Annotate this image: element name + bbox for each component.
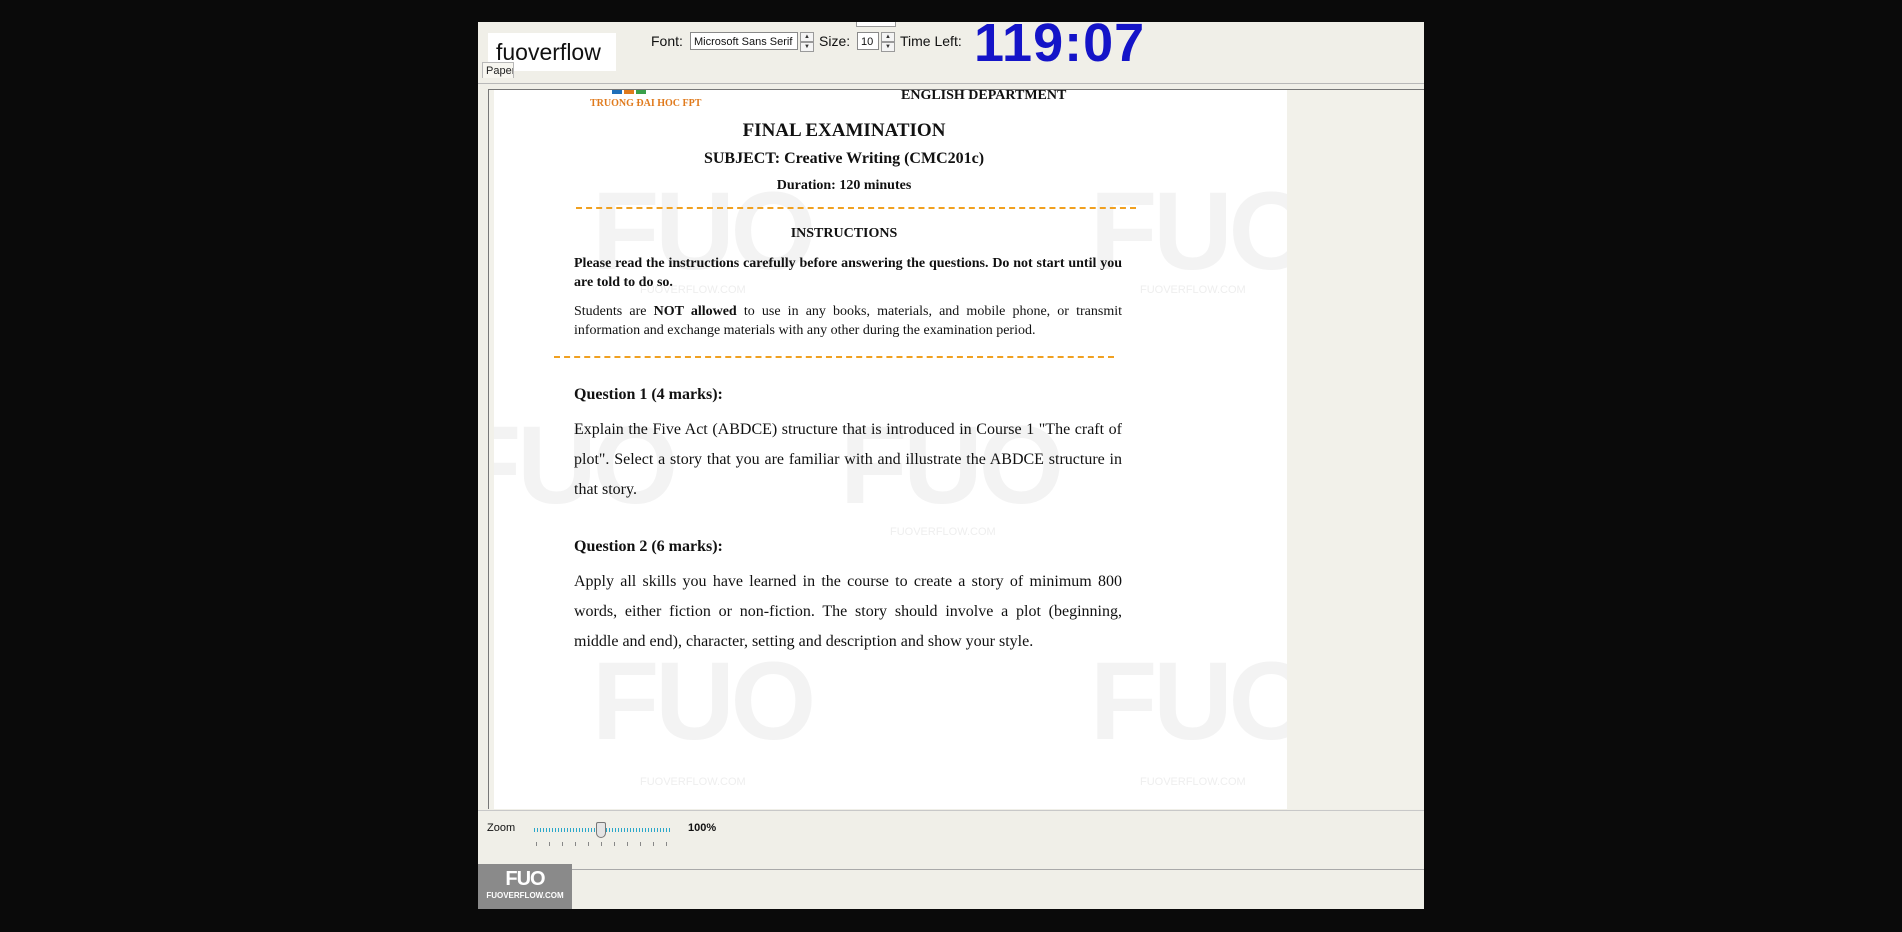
instruction-1: Please read the instructions carefully b… bbox=[574, 256, 1122, 290]
instruction-2: Students are NOT allowed to use in any b… bbox=[574, 302, 1122, 340]
exam-window: fuoverflow Font: Microsoft Sans Serif ▲ … bbox=[478, 22, 1424, 909]
font-spinner[interactable]: ▲ ▼ bbox=[800, 32, 814, 52]
watermark-site: FUOVERFLOW.COM bbox=[1140, 284, 1246, 296]
question-2-heading: Question 2 (6 marks): bbox=[574, 538, 723, 555]
spin-up-icon[interactable]: ▲ bbox=[800, 32, 814, 42]
instructions-heading: INSTRUCTIONS bbox=[790, 226, 898, 241]
exam-title: FINAL EXAMINATION bbox=[742, 120, 946, 141]
tab-divider bbox=[478, 83, 1424, 84]
department: ENGLISH DEPARTMENT bbox=[901, 90, 1067, 103]
font-select[interactable]: Microsoft Sans Serif bbox=[690, 32, 798, 50]
size-input[interactable]: 10 bbox=[857, 32, 879, 50]
tab-paper[interactable]: Paper bbox=[482, 62, 514, 78]
zoom-value: 100% bbox=[688, 822, 717, 834]
divider-dashed bbox=[576, 207, 1136, 209]
exam-subject: SUBJECT: Creative Writing (CMC201c) bbox=[703, 150, 985, 167]
font-label: Font: bbox=[651, 33, 683, 49]
zoom-slider-ticks bbox=[536, 842, 670, 846]
instruction-2-emphasis: NOT allowed bbox=[653, 304, 737, 319]
logo-mark: FUO bbox=[505, 868, 545, 890]
zoom-label: Zoom bbox=[487, 822, 516, 834]
watermark-site: FUOVERFLOW.COM bbox=[1140, 776, 1246, 788]
school-name: TRUONG ĐAI HOC FPT bbox=[590, 98, 702, 109]
logo-text: FUOVERFLOW.COM bbox=[486, 891, 564, 900]
divider-dashed bbox=[554, 356, 1114, 358]
watermark-site: FUOVERFLOW.COM bbox=[640, 776, 746, 788]
document-viewer[interactable]: FUO FUO FUO FUO FUO FUO FUOVERFLOW.COM F… bbox=[488, 89, 1424, 809]
countdown-timer: 119:07 bbox=[974, 22, 1146, 73]
school-logo-icon bbox=[612, 90, 646, 94]
exam-duration: Duration: 120 minutes bbox=[776, 178, 912, 193]
question-1-heading: Question 1 (4 marks): bbox=[574, 386, 723, 403]
question-2-body: Apply all skills you have learned in the… bbox=[574, 573, 1122, 650]
zoom-slider-thumb[interactable] bbox=[596, 822, 606, 838]
size-label: Size: bbox=[819, 33, 851, 49]
hidden-control-stub bbox=[856, 22, 896, 27]
watermark: FUO bbox=[1090, 640, 1287, 763]
footer-divider bbox=[478, 869, 1424, 870]
exam-paper: FUO FUO FUO FUO FUO FUO FUOVERFLOW.COM F… bbox=[494, 90, 1287, 809]
spin-up-icon[interactable]: ▲ bbox=[881, 32, 895, 42]
size-spinner[interactable]: ▲ ▼ bbox=[881, 32, 895, 52]
time-left-label: Time Left: bbox=[900, 33, 962, 49]
spin-down-icon[interactable]: ▼ bbox=[881, 42, 895, 52]
watermark-site: FUOVERFLOW.COM bbox=[890, 526, 996, 538]
fuoverflow-logo: FUO FUOVERFLOW.COM bbox=[478, 864, 572, 909]
watermark: FUO bbox=[592, 640, 816, 763]
spin-down-icon[interactable]: ▼ bbox=[800, 42, 814, 52]
zoom-bar: Zoom 100% bbox=[478, 810, 1424, 871]
toolbar: fuoverflow Font: Microsoft Sans Serif ▲ … bbox=[478, 22, 1424, 80]
question-1-body: Explain the Five Act (ABDCE) structure t… bbox=[574, 421, 1122, 498]
instruction-2-text: Students are bbox=[574, 304, 654, 319]
